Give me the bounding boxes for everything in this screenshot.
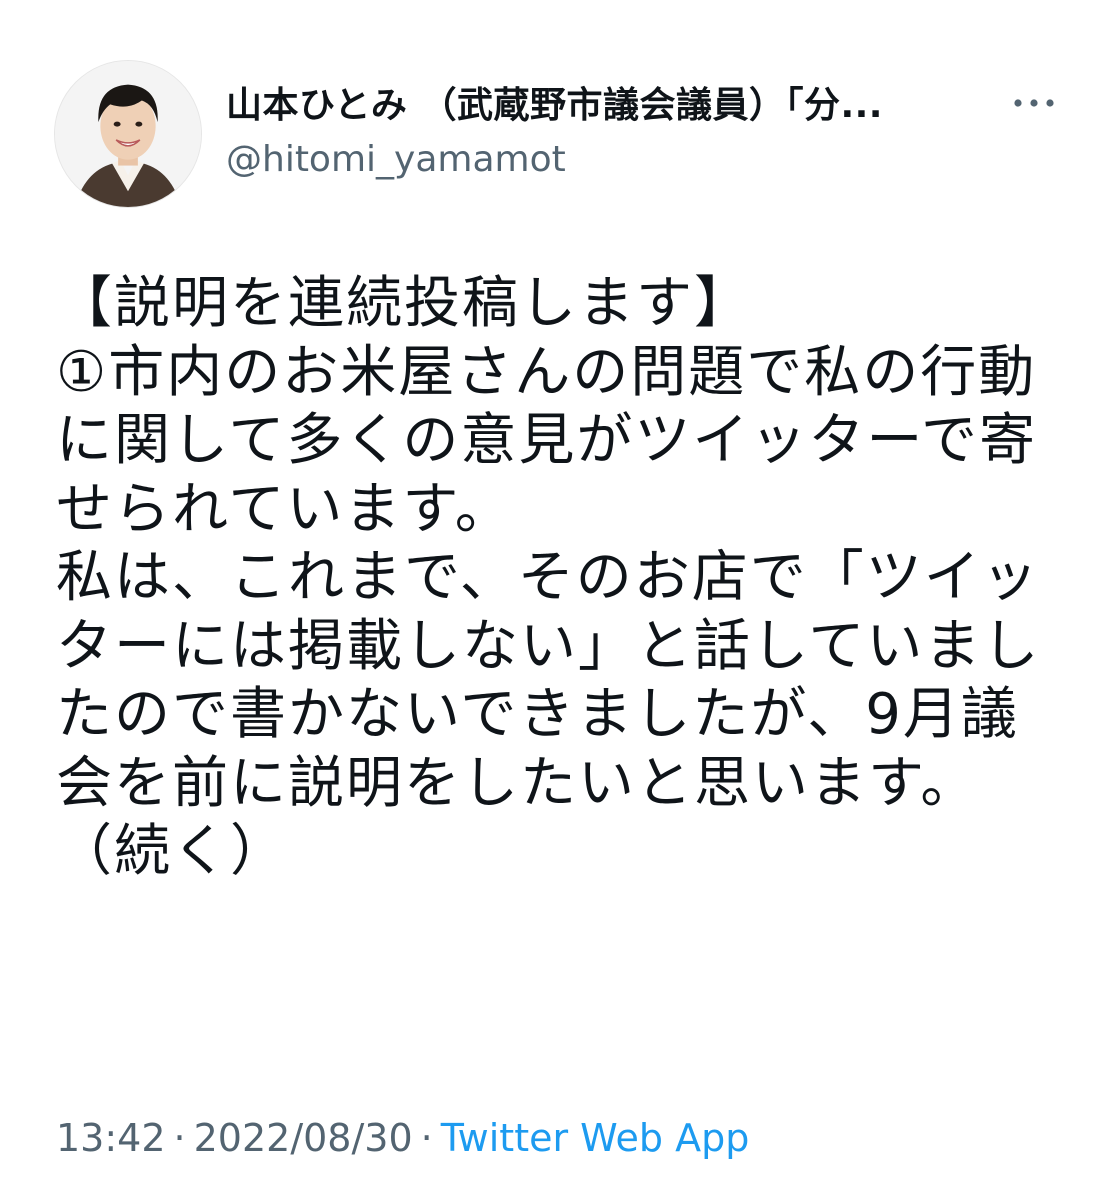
tweet-date[interactable]: 2022/08/30 [194,1116,413,1160]
avatar[interactable] [54,60,202,208]
profile-photo-icon [55,61,201,207]
tweet-text: 【説明を連続投稿します】 ①市内のお米屋さんの問題で私の行動に関して多くの意見が… [56,271,1041,884]
meta-separator: · [173,1116,186,1160]
meta-separator: · [420,1116,433,1160]
author-handle[interactable]: @hitomi_yamamot [226,137,566,183]
tweet-meta: 13:42 · 2022/08/30 · Twitter Web App [56,1112,749,1164]
tweet-header: 山本ひとみ （武蔵野市議会議員）「分... @hitomi_yamamot [0,0,1111,230]
tweet-source-link[interactable]: Twitter Web App [441,1116,750,1160]
tweet-time[interactable]: 13:42 [56,1116,166,1160]
author-display-name[interactable]: 山本ひとみ （武蔵野市議会議員）「分... [226,83,971,129]
more-options-icon[interactable] [1012,88,1056,118]
